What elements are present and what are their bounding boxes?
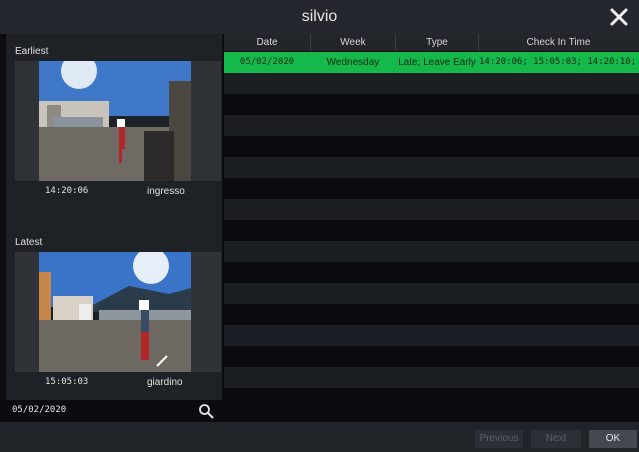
latest-time: 15:05:03	[45, 377, 89, 387]
cell-type: Late; Leave Early	[398, 57, 476, 68]
earliest-time: 14:20:06	[45, 186, 89, 196]
column-header-check-in-time[interactable]: Check In Time	[479, 34, 638, 51]
column-header-date[interactable]: Date	[224, 34, 311, 51]
earliest-snapshot-image[interactable]	[39, 61, 191, 181]
earliest-label: Earliest	[15, 46, 49, 57]
cell-date: 05/02/2020	[239, 57, 295, 67]
empty-row	[224, 220, 639, 241]
empty-row	[224, 73, 639, 94]
empty-row	[224, 325, 639, 346]
empty-row	[224, 388, 639, 409]
empty-row	[224, 178, 639, 199]
date-search-bar: 05/02/2020	[6, 400, 222, 422]
title-bar: silvio	[0, 0, 639, 34]
close-icon[interactable]	[607, 5, 631, 29]
column-header-week[interactable]: Week	[311, 34, 396, 51]
empty-row	[224, 304, 639, 325]
attendance-table: Date Week Type Check In Time 05/02/2020 …	[224, 34, 639, 422]
table-row[interactable]: 05/02/2020 Wednesday Late; Leave Early 1…	[224, 52, 639, 73]
column-header-type[interactable]: Type	[396, 34, 479, 51]
empty-row	[224, 346, 639, 367]
footer-bar: Previous Next OK	[0, 422, 639, 452]
cell-week: Wednesday	[326, 57, 380, 68]
window-title: silvio	[301, 8, 338, 25]
previous-button[interactable]: Previous	[475, 430, 523, 448]
next-button[interactable]: Next	[531, 430, 581, 448]
latest-snapshot-image[interactable]	[39, 252, 191, 372]
cell-check-in-time: 14:20:06; 15:05:03; 14:20:10; 14:...	[479, 57, 638, 67]
empty-row	[224, 94, 639, 115]
empty-row	[224, 283, 639, 304]
empty-row	[224, 241, 639, 262]
earliest-snapshot-frame	[15, 61, 221, 181]
latest-meta: 15:05:03 giardino	[15, 375, 221, 393]
empty-row	[224, 367, 639, 388]
table-header: Date Week Type Check In Time	[224, 34, 639, 51]
left-panel: Earliest 14:20:06 ingresso Latest 15:05:…	[6, 34, 222, 422]
empty-row	[224, 136, 639, 157]
earliest-location: ingresso	[147, 186, 185, 197]
empty-row	[224, 262, 639, 283]
search-icon[interactable]	[198, 403, 214, 419]
latest-snapshot-frame	[15, 252, 221, 372]
empty-row	[224, 157, 639, 178]
earliest-meta: 14:20:06 ingresso	[15, 184, 221, 202]
latest-label: Latest	[15, 237, 43, 248]
date-field[interactable]: 05/02/2020	[12, 405, 66, 415]
empty-row	[224, 115, 639, 136]
empty-row	[224, 199, 639, 220]
latest-location: giardino	[147, 377, 183, 388]
ok-button[interactable]: OK	[589, 430, 637, 448]
